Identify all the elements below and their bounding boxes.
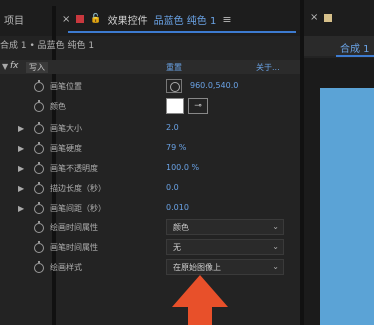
about-button[interactable]: 关于...: [256, 62, 280, 73]
property-label: 画笔间距（秒）: [50, 204, 106, 213]
stopwatch-icon[interactable]: [34, 122, 44, 134]
breadcrumb: 合成 1 • 品蓝色 纯色 1: [0, 41, 95, 51]
brush-size-value[interactable]: 2.0: [166, 123, 179, 132]
brush-hardness-value[interactable]: 79 %: [166, 143, 186, 152]
property-row-stroke-length: ▶ 描边长度（秒） 0.0: [0, 180, 300, 198]
expand-arrow-icon[interactable]: ▶: [18, 164, 24, 173]
layer-color-swatch: [76, 15, 85, 23]
brush-time-properties-dropdown[interactable]: 无 ⌄: [166, 239, 284, 255]
property-label: 画笔硬度: [50, 144, 82, 153]
stopwatch-icon[interactable]: [34, 241, 44, 253]
property-label: 画笔不透明度: [50, 164, 98, 173]
expand-arrow-icon[interactable]: ▶: [18, 144, 24, 153]
tab-composition[interactable]: ×: [310, 12, 333, 23]
property-label: 描边长度（秒）: [50, 184, 106, 193]
dropdown-value: 无: [173, 243, 181, 252]
stopwatch-icon[interactable]: [34, 162, 44, 174]
lock-icon[interactable]: 🔓: [90, 14, 101, 24]
brush-spacing-value[interactable]: 0.010: [166, 203, 189, 212]
reset-button[interactable]: 重置: [166, 62, 182, 73]
property-label: 画笔时间属性: [50, 243, 98, 252]
comp-color-swatch: [324, 13, 333, 22]
stroke-length-value[interactable]: 0.0: [166, 183, 179, 192]
paint-style-dropdown[interactable]: 在原始图像上 ⌄: [166, 259, 284, 275]
property-row-brush-spacing: ▶ 画笔间距（秒） 0.010: [0, 200, 300, 218]
effect-header-row[interactable]: ▼ fx 写入 重置 关于...: [0, 60, 300, 74]
chevron-down-icon: ⌄: [272, 262, 279, 271]
stopwatch-icon[interactable]: [34, 80, 44, 92]
composition-canvas[interactable]: [320, 88, 374, 325]
tab-effects-layer-name: 品蓝色 纯色 1: [153, 15, 217, 27]
composition-tab[interactable]: 合成 1: [340, 40, 370, 55]
expand-arrow-icon[interactable]: ▶: [18, 184, 24, 193]
property-label: 颜色: [50, 102, 66, 111]
stopwatch-icon[interactable]: [34, 202, 44, 214]
fx-toggle-icon[interactable]: fx: [10, 61, 19, 71]
expand-arrow-icon[interactable]: ▶: [18, 124, 24, 133]
brush-position-value[interactable]: 960.0,540.0: [190, 81, 238, 90]
property-row-brush-hardness: ▶ 画笔硬度 79 %: [0, 140, 300, 158]
expand-arrow-icon[interactable]: ▶: [18, 204, 24, 213]
crosshair-icon[interactable]: [166, 79, 182, 93]
property-row-color: 颜色 ⊸: [0, 98, 300, 116]
stopwatch-icon[interactable]: [34, 100, 44, 112]
property-label: 画笔位置: [50, 82, 82, 91]
color-swatch[interactable]: [166, 98, 184, 114]
close-icon[interactable]: ×: [62, 14, 70, 25]
effect-name[interactable]: 写入: [26, 62, 48, 73]
dropdown-value: 在原始图像上: [173, 263, 221, 272]
property-row-brush-size: ▶ 画笔大小 2.0: [0, 120, 300, 138]
annotation-arrow-icon: [172, 275, 228, 325]
tab-project[interactable]: 项目: [4, 12, 24, 27]
dropdown-value: 颜色: [173, 223, 189, 232]
property-row-paint-time-properties: 绘画时间属性 颜色 ⌄: [0, 219, 300, 237]
stopwatch-icon[interactable]: [34, 221, 44, 233]
panel-menu-icon[interactable]: ≡: [222, 13, 231, 26]
paint-time-properties-dropdown[interactable]: 颜色 ⌄: [166, 219, 284, 235]
chevron-down-icon: ⌄: [272, 222, 279, 231]
property-label: 绘画时间属性: [50, 223, 98, 232]
property-row-brush-position: 画笔位置 960.0,540.0: [0, 78, 300, 96]
eyedropper-icon[interactable]: ⊸: [188, 98, 208, 114]
active-tab-indicator: [68, 31, 296, 33]
composition-tab-indicator: [336, 55, 374, 57]
tab-effect-controls[interactable]: × 🔓 效果控件 品蓝色 纯色 1 ≡: [62, 10, 232, 28]
stopwatch-icon[interactable]: [34, 261, 44, 273]
close-icon[interactable]: ×: [310, 12, 318, 23]
property-row-paint-style: 绘画样式 在原始图像上 ⌄: [0, 259, 300, 277]
property-label: 画笔大小: [50, 124, 82, 133]
stopwatch-icon[interactable]: [34, 182, 44, 194]
chevron-down-icon[interactable]: ▼: [2, 62, 8, 71]
property-label: 绘画样式: [50, 263, 82, 272]
panel-tab-bar: 项目 × 🔓 效果控件 品蓝色 纯色 1 ≡ ×: [0, 0, 374, 325]
property-row-brush-time-properties: 画笔时间属性 无 ⌄: [0, 239, 300, 257]
chevron-down-icon: ⌄: [272, 242, 279, 251]
property-row-brush-opacity: ▶ 画笔不透明度 100.0 %: [0, 160, 300, 178]
tab-effects-title: 效果控件: [107, 15, 148, 27]
brush-opacity-value[interactable]: 100.0 %: [166, 163, 199, 172]
stopwatch-icon[interactable]: [34, 142, 44, 154]
